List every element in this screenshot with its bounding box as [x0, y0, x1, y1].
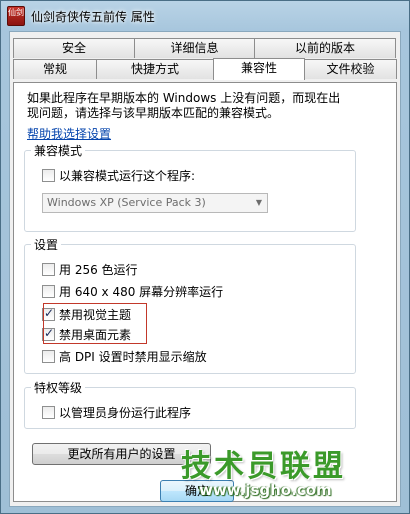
watermark-logo: 技术员联盟 www.jsgho.com — [181, 441, 403, 509]
app-icon[interactable]: 仙剑 — [7, 6, 25, 26]
tab-details[interactable]: 详细信息 — [134, 38, 255, 58]
highlight-annotation-box — [43, 303, 147, 344]
setting-high-dpi-label: 高 DPI 设置时禁用显示缩放 — [59, 349, 207, 364]
os-version-select[interactable]: Windows XP (Service Pack 3) ▼ — [42, 193, 268, 213]
tab-row-2: 常规 快捷方式 兼容性 文件校验 — [13, 58, 397, 80]
run-as-admin-checkbox[interactable] — [42, 405, 55, 419]
compat-mode-group: 兼容模式 以兼容模式运行这个程序: Windows XP (Service Pa… — [24, 142, 356, 232]
setting-high-dpi-row[interactable]: 高 DPI 设置时禁用显示缩放 — [42, 348, 207, 364]
tab-file-verify[interactable]: 文件校验 — [304, 59, 397, 79]
compat-mode-label: 以兼容模式运行这个程序: — [59, 168, 196, 183]
os-version-value: Windows XP (Service Pack 3) — [47, 196, 206, 209]
setting-256-colors-label: 用 256 色运行 — [59, 262, 138, 277]
tab-row-1: 安全 详细信息 以前的版本 — [13, 38, 396, 58]
tab-security[interactable]: 安全 — [13, 38, 135, 58]
chevron-down-icon[interactable]: ▼ — [251, 194, 267, 212]
setting-640x480-row[interactable]: 用 640 x 480 屏幕分辨率运行 — [42, 283, 223, 299]
settings-title: 设置 — [31, 236, 62, 253]
properties-window: 仙剑 仙剑奇侠传五前传 属性 安全 详细信息 以前的版本 常规 快捷方式 兼容性… — [0, 0, 410, 514]
title-bar[interactable]: 仙剑 仙剑奇侠传五前传 属性 — [1, 1, 409, 31]
compat-mode-title: 兼容模式 — [31, 142, 86, 159]
watermark-text: 技术员联盟 — [181, 449, 346, 484]
run-as-admin-label: 以管理员身份运行此程序 — [59, 405, 192, 420]
intro-text: 如果此程序在早期版本的 Windows 上没有问题，而现在出现问题，请选择与该早… — [27, 91, 341, 120]
tab-shortcut[interactable]: 快捷方式 — [96, 59, 214, 79]
tab-general[interactable]: 常规 — [13, 59, 97, 79]
help-me-choose-link[interactable]: 帮助我选择设置 — [27, 125, 111, 142]
dialog-client: 安全 详细信息 以前的版本 常规 快捷方式 兼容性 文件校验 如果此程序在早期版… — [9, 31, 401, 507]
compat-mode-checkbox-row[interactable]: 以兼容模式运行这个程序: — [42, 167, 195, 183]
compatibility-panel: 如果此程序在早期版本的 Windows 上没有问题，而现在出现问题，请选择与该早… — [13, 82, 397, 502]
privilege-group: 特权等级 以管理员身份运行此程序 — [24, 379, 356, 429]
privilege-title: 特权等级 — [31, 379, 86, 396]
setting-640x480-checkbox[interactable] — [42, 284, 55, 298]
tab-previous-versions[interactable]: 以前的版本 — [254, 38, 396, 58]
setting-640x480-label: 用 640 x 480 屏幕分辨率运行 — [59, 284, 224, 299]
watermark-url: www.jsgho.com — [199, 481, 332, 499]
compat-mode-checkbox[interactable] — [42, 168, 55, 182]
run-as-admin-row[interactable]: 以管理员身份运行此程序 — [42, 404, 191, 420]
setting-256-colors-checkbox[interactable] — [42, 262, 55, 276]
tab-compatibility[interactable]: 兼容性 — [213, 58, 305, 80]
setting-high-dpi-checkbox[interactable] — [42, 349, 55, 363]
window-title: 仙剑奇侠传五前传 属性 — [31, 10, 155, 24]
setting-256-colors-row[interactable]: 用 256 色运行 — [42, 261, 138, 277]
